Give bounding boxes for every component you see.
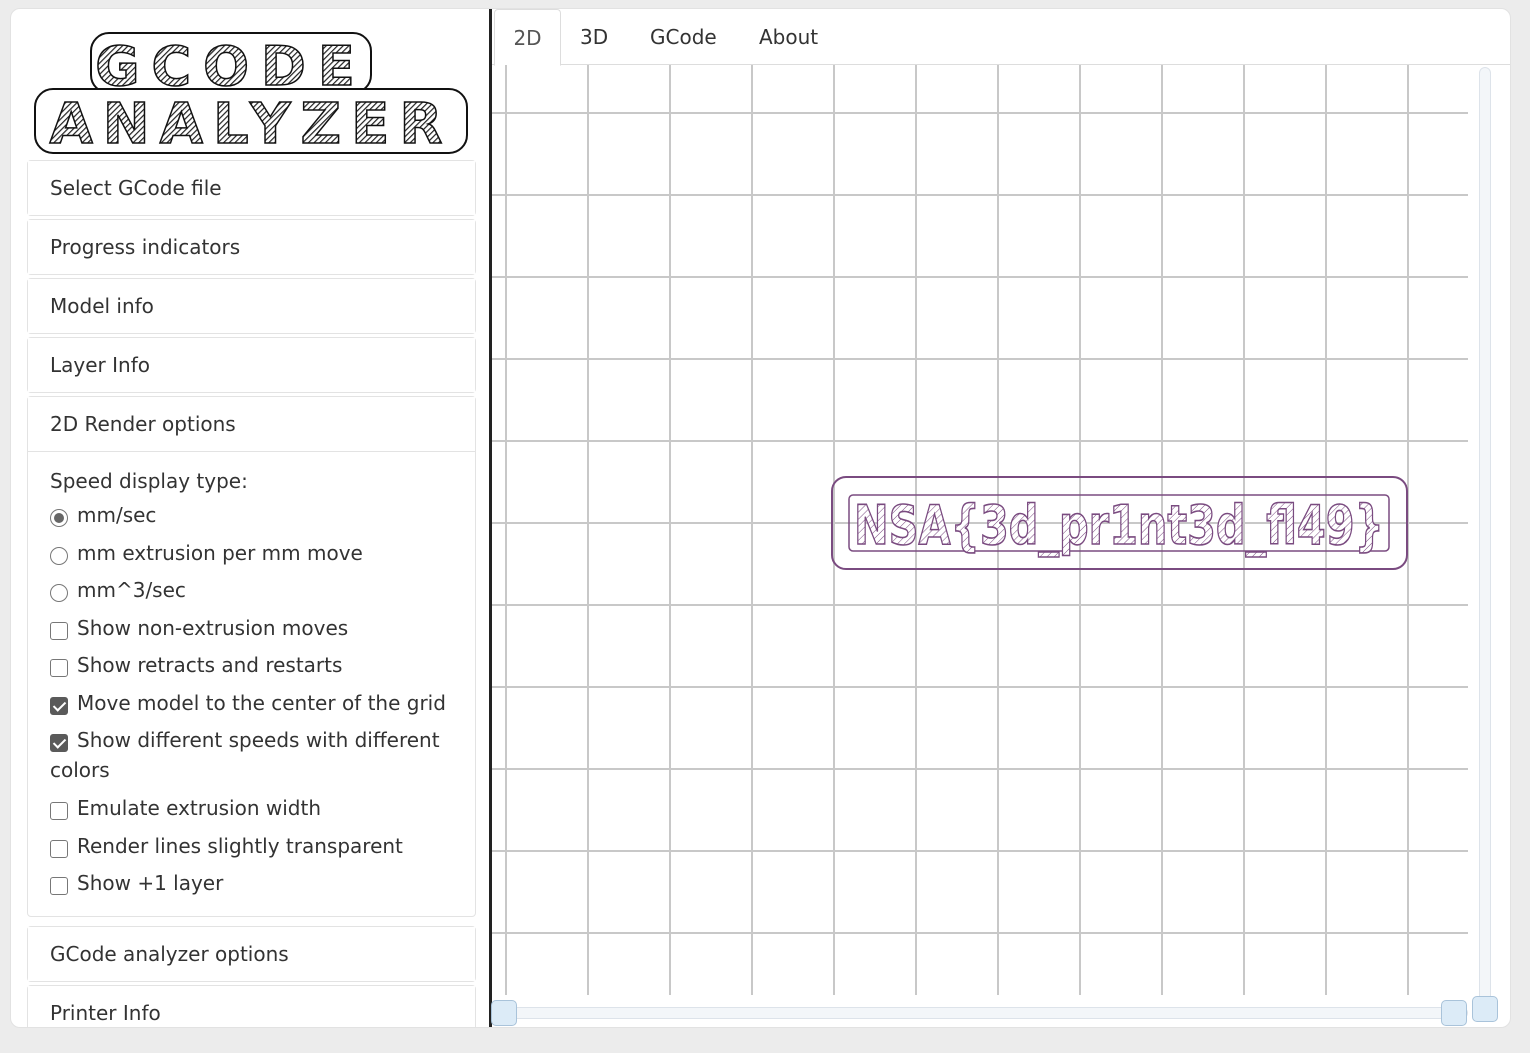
render-options-body: Speed display type: mm/sec mm extrusion … xyxy=(28,451,475,916)
panel-model-info: Model info xyxy=(27,278,476,334)
panel-2d-render-options: 2D Render options Speed display type: mm… xyxy=(27,396,476,917)
vertical-zoom-slider[interactable] xyxy=(1472,67,1498,1022)
tab-3d[interactable]: 3D xyxy=(580,9,608,65)
model-text: NSA{3d_pr1nt3d_fl49} xyxy=(854,494,1384,557)
horizontal-layer-slider[interactable] xyxy=(491,1000,1468,1026)
main-area: 2D 3D GCode About NSA{3d_pr1nt3d_fl49} xyxy=(491,9,1510,1027)
panel-gcode-analyzer-options: GCode analyzer options xyxy=(27,926,476,982)
panel-heading-printer-info[interactable]: Printer Info xyxy=(28,986,475,1027)
checkbox-label: Show +1 layer xyxy=(77,871,224,895)
checkbox-show-non-extrusion-moves[interactable]: Show non-extrusion moves xyxy=(50,613,453,651)
speed-display-type-label: Speed display type: xyxy=(50,469,248,493)
tab-2d[interactable]: 2D xyxy=(494,9,561,66)
radio-mm3-sec[interactable]: mm^3/sec xyxy=(50,575,453,613)
checkbox-label: Emulate extrusion width xyxy=(77,796,322,820)
checkbox[interactable] xyxy=(50,621,68,640)
logo-line1: GCODE xyxy=(95,35,367,98)
checkbox[interactable] xyxy=(50,696,68,715)
tab-about[interactable]: About xyxy=(759,9,818,65)
checkbox[interactable] xyxy=(50,659,68,677)
checkbox-show-different-speeds[interactable]: Show different speeds with different col… xyxy=(50,725,453,793)
radio-button[interactable] xyxy=(50,546,68,565)
panel-heading-select-gcode-file[interactable]: Select GCode file xyxy=(28,161,475,215)
checkbox-label: Render lines slightly transparent xyxy=(77,833,403,858)
panel-layer-info: Layer Info xyxy=(27,337,476,393)
checkbox[interactable] xyxy=(50,839,68,858)
panel-heading-progress-indicators[interactable]: Progress indicators xyxy=(28,220,475,274)
radio-label: mm^3/sec xyxy=(77,578,186,602)
checkbox-label: Show different speeds with different col… xyxy=(50,728,440,782)
render-canvas[interactable]: NSA{3d_pr1nt3d_fl49} xyxy=(492,65,1472,995)
panel-heading-gcode-analyzer-options[interactable]: GCode analyzer options xyxy=(28,927,475,981)
radio-button[interactable] xyxy=(50,509,68,527)
radio-label: mm/sec xyxy=(77,503,157,527)
vertical-slider-handle[interactable] xyxy=(1472,996,1498,1022)
panel-heading-layer-info[interactable]: Layer Info xyxy=(28,338,475,392)
model-render: NSA{3d_pr1nt3d_fl49} xyxy=(831,476,1408,570)
gcode-analyzer-logo: GCODE ANALYZER xyxy=(31,29,471,159)
radio-mm-extrusion-per-mm-move[interactable]: mm extrusion per mm move xyxy=(50,538,453,576)
checkbox[interactable] xyxy=(50,802,68,820)
checkbox-label: Move model to the center of the grid xyxy=(77,690,446,715)
checkbox-show-retracts-and-restarts[interactable]: Show retracts and restarts xyxy=(50,650,453,688)
checkbox[interactable] xyxy=(50,734,68,752)
checkbox-render-lines-transparent[interactable]: Render lines slightly transparent xyxy=(50,831,453,869)
panel-select-gcode-file: Select GCode file xyxy=(27,160,476,216)
horizontal-slider-handle-end[interactable] xyxy=(1441,1000,1467,1026)
panel-printer-info: Printer Info xyxy=(27,985,476,1027)
checkbox[interactable] xyxy=(50,877,68,895)
radio-mm-sec[interactable]: mm/sec xyxy=(50,500,453,538)
radio-button[interactable] xyxy=(50,584,68,602)
radio-label: mm extrusion per mm move xyxy=(77,540,363,565)
render-svg[interactable]: NSA{3d_pr1nt3d_fl49} xyxy=(492,65,1472,995)
app-window: GCODE ANALYZER Select GCode file Progres… xyxy=(10,8,1511,1028)
panel-heading-model-info[interactable]: Model info xyxy=(28,279,475,333)
panel-progress-indicators: Progress indicators xyxy=(27,219,476,275)
horizontal-slider-handle-start[interactable] xyxy=(491,1000,517,1026)
panel-heading-2d-render-options[interactable]: 2D Render options xyxy=(28,397,475,451)
checkbox-show-plus-one-layer[interactable]: Show +1 layer xyxy=(50,868,453,906)
tab-gcode[interactable]: GCode xyxy=(650,9,717,65)
checkbox-label: Show retracts and restarts xyxy=(77,653,343,677)
checkbox-label: Show non-extrusion moves xyxy=(77,615,349,640)
sidebar: GCODE ANALYZER Select GCode file Progres… xyxy=(11,9,489,1027)
logo-line2: ANALYZER xyxy=(49,92,452,157)
checkbox-emulate-extrusion-width[interactable]: Emulate extrusion width xyxy=(50,793,453,831)
checkbox-move-model-to-center[interactable]: Move model to the center of the grid xyxy=(50,688,453,726)
view-tabs: 2D 3D GCode About xyxy=(492,9,1510,66)
